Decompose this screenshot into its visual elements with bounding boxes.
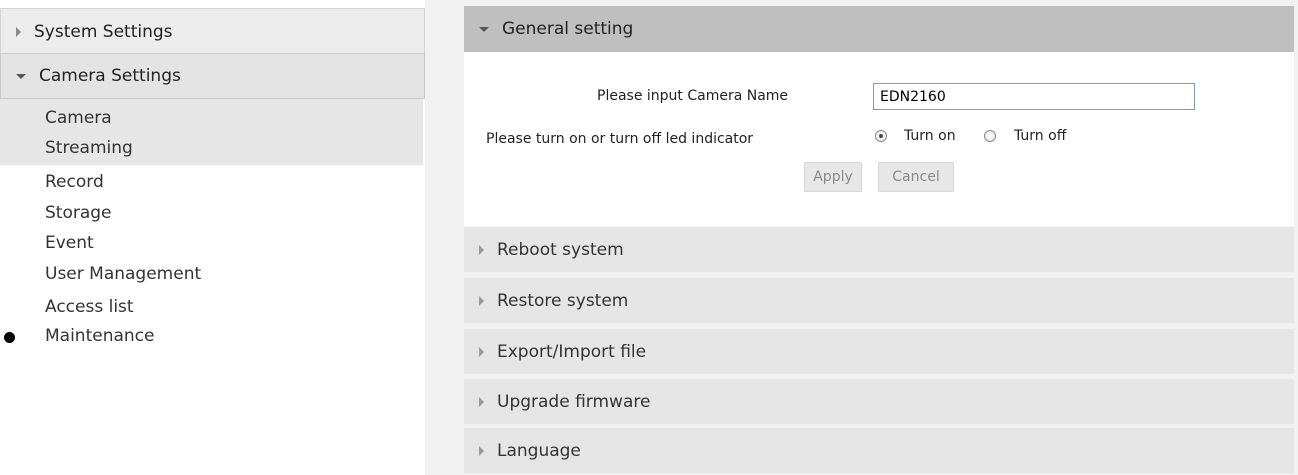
nav-item-event[interactable]: Event bbox=[45, 232, 94, 254]
collapsed-arrow-icon bbox=[479, 244, 484, 255]
section-label: Export/Import file bbox=[497, 341, 647, 362]
camera-name-label: Please input Camera Name bbox=[597, 88, 789, 104]
general-setting-header[interactable]: General setting bbox=[464, 6, 1294, 53]
turn-off-label: Turn off bbox=[1014, 128, 1067, 144]
nav-item-maintenance[interactable]: Maintenance bbox=[45, 325, 154, 347]
camera-name-input[interactable] bbox=[873, 83, 1195, 110]
turn-on-radio[interactable] bbox=[875, 130, 887, 142]
section-label: Language bbox=[497, 440, 581, 461]
reboot-system-header[interactable]: Reboot system bbox=[464, 227, 1294, 273]
system-settings-header[interactable]: System Settings bbox=[0, 8, 425, 54]
nav-item-access-list[interactable]: Access list bbox=[45, 296, 134, 318]
apply-button[interactable]: Apply bbox=[804, 162, 862, 192]
export-import-file-header[interactable]: Export/Import file bbox=[464, 329, 1294, 375]
nav-item-camera[interactable]: Camera bbox=[45, 107, 112, 129]
restore-system-header[interactable]: Restore system bbox=[464, 278, 1294, 324]
section-label: Restore system bbox=[497, 290, 629, 311]
left-navigation: System Settings Camera Settings Camera S… bbox=[0, 0, 425, 475]
led-indicator-label: Please turn on or turn off led indicator bbox=[486, 131, 754, 147]
nav-item-storage[interactable]: Storage bbox=[45, 202, 112, 224]
upgrade-firmware-header[interactable]: Upgrade firmware bbox=[464, 379, 1294, 425]
section-label: Reboot system bbox=[497, 239, 624, 260]
cancel-button[interactable]: Cancel bbox=[878, 162, 954, 192]
turn-on-label: Turn on bbox=[904, 128, 956, 144]
collapsed-arrow-icon bbox=[16, 26, 21, 37]
general-setting-body: Please input Camera Name Please turn on … bbox=[464, 52, 1294, 226]
expanded-arrow-icon bbox=[16, 73, 26, 79]
collapsed-arrow-icon bbox=[479, 396, 484, 407]
collapsed-arrow-icon bbox=[479, 445, 484, 456]
camera-settings-label: Camera Settings bbox=[39, 66, 181, 86]
nav-item-user-management[interactable]: User Management bbox=[45, 263, 201, 285]
maintenance-panel: General setting Please input Camera Name… bbox=[464, 6, 1294, 475]
camera-settings-header[interactable]: Camera Settings bbox=[0, 53, 425, 99]
expanded-arrow-icon bbox=[479, 26, 489, 32]
collapsed-arrow-icon bbox=[479, 346, 484, 357]
nav-item-record[interactable]: Record bbox=[45, 171, 104, 193]
turn-off-radio[interactable] bbox=[984, 130, 996, 142]
section-label: Upgrade firmware bbox=[497, 391, 651, 412]
collapsed-arrow-icon bbox=[479, 295, 484, 306]
general-setting-title: General setting bbox=[502, 19, 634, 39]
active-bullet-icon bbox=[4, 332, 15, 343]
nav-item-streaming[interactable]: Streaming bbox=[45, 137, 133, 159]
system-settings-label: System Settings bbox=[34, 21, 173, 42]
language-header[interactable]: Language bbox=[464, 428, 1294, 474]
